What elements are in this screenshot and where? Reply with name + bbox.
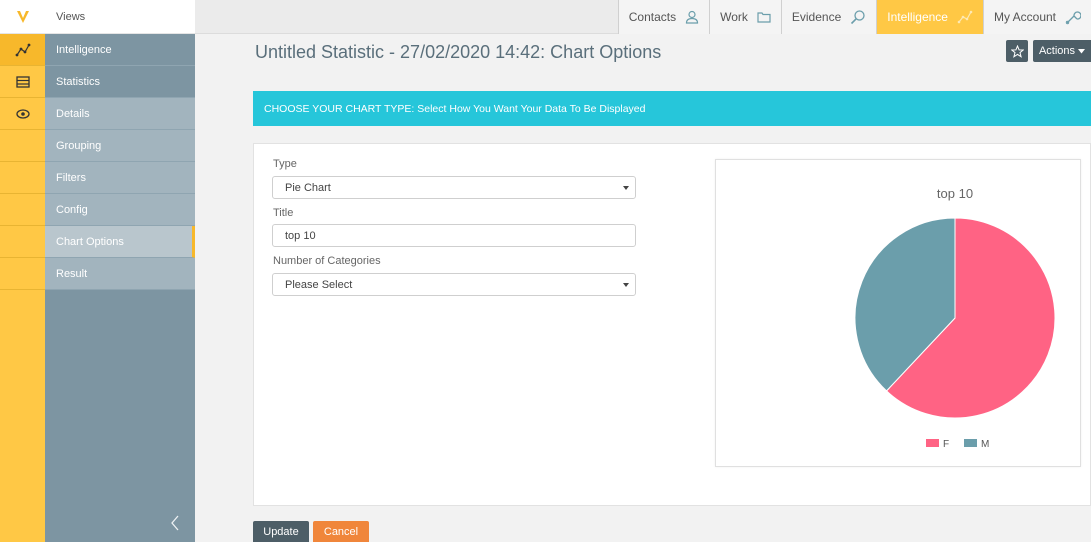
wrench-icon (1065, 11, 1081, 25)
topnav-intelligence[interactable]: Intelligence (876, 0, 983, 34)
topnav-work[interactable]: Work (709, 0, 781, 34)
topnav-contacts[interactable]: Contacts (617, 0, 710, 34)
sidebar-item-config[interactable]: Config (45, 194, 195, 226)
legend-label-f: F (943, 439, 949, 450)
number-of-categories-select[interactable]: Please Select (272, 273, 636, 296)
logo-v-icon (16, 10, 29, 23)
title-label: Title (273, 207, 294, 219)
chevron-left-icon (171, 515, 179, 531)
sidebar-item-intelligence[interactable]: Intelligence (45, 34, 195, 66)
magnifier-icon (851, 10, 865, 25)
topnav-contacts-label: Contacts (628, 10, 677, 24)
topnav-evidence[interactable]: Evidence (780, 0, 877, 34)
rail-slot (0, 130, 45, 162)
views-header[interactable]: Views (45, 0, 195, 34)
line-chart-icon (957, 10, 973, 24)
sidebar-item-chart-options[interactable]: Chart Options (45, 226, 195, 258)
sidebar-item-details[interactable]: Details (45, 98, 195, 130)
person-icon (685, 10, 699, 24)
sidebar-nav: Views Intelligence Statistics Details Gr… (45, 0, 195, 542)
chart-legend: FM (926, 439, 989, 450)
update-button[interactable]: Update (253, 521, 309, 542)
rail-slot (0, 194, 45, 226)
top-nav: Contacts Work Evidence Intelligence My A… (617, 0, 1091, 34)
actions-label: Actions (1038, 45, 1076, 57)
topnav-work-label: Work (720, 10, 748, 24)
collapse-sidebar-button[interactable] (170, 515, 180, 534)
favourite-button[interactable] (1006, 40, 1028, 62)
actions-dropdown-button[interactable]: Actions (1033, 40, 1091, 62)
topnav-evidence-label: Evidence (791, 10, 842, 24)
pie-chart: top 10 FM (854, 186, 1056, 450)
rail-slot (0, 226, 45, 258)
legend-swatch-f[interactable] (926, 439, 939, 447)
sidebar-item-result[interactable]: Result (45, 258, 195, 290)
legend-label-m: M (981, 439, 989, 450)
topnav-intelligence-label: Intelligence (887, 10, 948, 24)
rail-intelligence-icon[interactable] (0, 34, 45, 66)
number-of-categories-value: Please Select (285, 278, 353, 291)
chart-title: top 10 (937, 186, 973, 201)
pie-slices (854, 217, 1056, 419)
rail-slot (0, 162, 45, 194)
folder-icon (757, 12, 771, 23)
star-icon (1010, 44, 1024, 58)
rail-slot (0, 258, 45, 290)
chart-title-value: top 10 (285, 229, 316, 242)
topnav-my-account[interactable]: My Account (982, 0, 1091, 34)
page-title: Untitled Statistic - 27/02/2020 14:42: C… (255, 42, 662, 62)
topnav-my-account-label: My Account (993, 10, 1056, 24)
categories-label: Number of Categories (273, 255, 381, 267)
table-icon (15, 75, 30, 88)
select-caret-icon (623, 186, 629, 190)
type-label: Type (273, 158, 297, 170)
select-caret-icon (623, 283, 629, 287)
chart-title-input[interactable]: top 10 (272, 224, 636, 247)
sidebar-item-grouping[interactable]: Grouping (45, 130, 195, 162)
legend-swatch-m[interactable] (964, 439, 977, 447)
top-bar: Contacts Work Evidence Intelligence My A… (195, 0, 1091, 34)
eye-icon (15, 108, 30, 119)
chart-preview: top 10 FM (715, 159, 1081, 467)
sidebar-item-statistics[interactable]: Statistics (45, 66, 195, 98)
app-logo[interactable] (0, 0, 45, 34)
chart-type-value: Pie Chart (285, 181, 331, 194)
cancel-button[interactable]: Cancel (313, 521, 369, 542)
icon-rail (0, 0, 45, 542)
sidebar-item-filters[interactable]: Filters (45, 162, 195, 194)
chart-type-select[interactable]: Pie Chart (272, 176, 636, 199)
chart-type-banner: CHOOSE YOUR CHART TYPE: Select How You W… (253, 91, 1091, 126)
line-chart-icon (15, 43, 30, 56)
rail-details-icon[interactable] (0, 98, 45, 130)
caret-down-icon (1078, 48, 1086, 53)
rail-statistics-icon[interactable] (0, 66, 45, 98)
